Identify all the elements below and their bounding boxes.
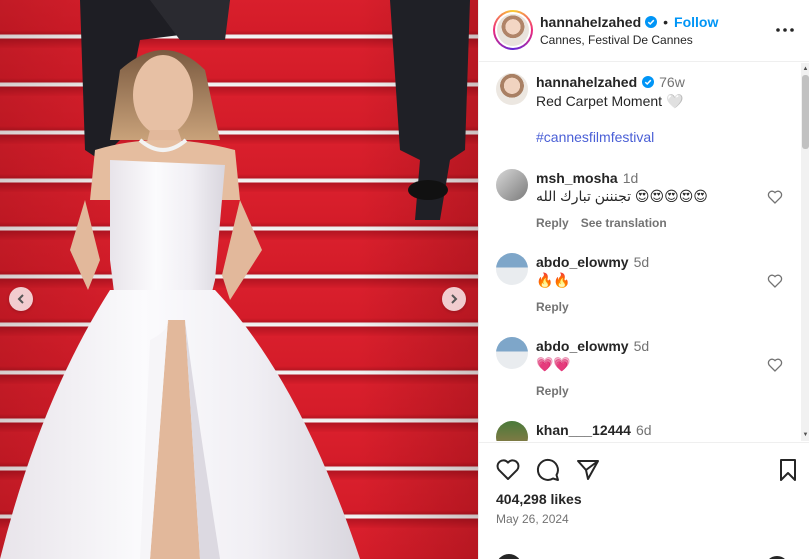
scroll-down-arrow-icon[interactable]: ▼ (802, 431, 809, 439)
comment-username[interactable]: khan___12444 (536, 422, 631, 438)
reply-button[interactable]: Reply (536, 216, 569, 230)
follow-button[interactable]: Follow (674, 14, 718, 30)
next-photo-button[interactable] (442, 287, 466, 311)
instagram-post-view: hannahelzahed • Follow Cannes, Festival … (0, 0, 809, 559)
post-header: hannahelzahed • Follow Cannes, Festival … (479, 0, 809, 62)
post-date: May 26, 2024 (496, 512, 569, 526)
scroll-up-arrow-icon[interactable]: ▲ (802, 65, 809, 73)
comment-avatar[interactable] (496, 253, 528, 285)
see-translation-button[interactable]: See translation (581, 216, 667, 230)
comment-time[interactable]: 6d (636, 422, 652, 438)
more-horizontal-icon (776, 28, 794, 32)
share-paper-plane-icon[interactable] (575, 457, 601, 483)
comment-text: 💗💗 (536, 356, 571, 372)
comment-time[interactable]: 1d (623, 170, 639, 186)
comment-time[interactable]: 5d (634, 254, 650, 270)
comments-list: hannahelzahed 76w Red Carpet Moment 🤍 #c… (479, 63, 809, 441)
post-actions: 404,298 likes May 26, 2024 (479, 442, 809, 559)
save-bookmark-icon[interactable] (775, 457, 801, 483)
woman-in-white-gown (0, 50, 360, 559)
reply-button[interactable]: Reply (536, 300, 569, 314)
caption-username[interactable]: hannahelzahed (536, 74, 637, 90)
reply-button[interactable]: Reply (536, 384, 569, 398)
comment-text: 🔥🔥 (536, 272, 571, 288)
next-avatar (496, 554, 522, 559)
scrollbar-thumb[interactable] (802, 75, 809, 149)
caption-time[interactable]: 76w (659, 74, 685, 90)
hashtag-link[interactable]: #cannesfilmfestival (536, 129, 654, 145)
more-options-button[interactable] (775, 20, 795, 40)
post-details-panel: hannahelzahed • Follow Cannes, Festival … (478, 0, 809, 559)
likes-count[interactable]: 404,298 likes (496, 491, 582, 507)
caption-avatar[interactable] (496, 73, 528, 105)
comment-avatar[interactable] (496, 337, 528, 369)
caption-text: Red Carpet Moment 🤍 (536, 93, 684, 109)
heart-icon[interactable] (767, 189, 783, 205)
verified-badge-icon (645, 16, 658, 28)
heart-icon[interactable] (767, 357, 783, 373)
separator-dot: • (663, 14, 669, 30)
post-photo[interactable] (0, 0, 478, 559)
comment-username[interactable]: msh_mosha (536, 170, 618, 186)
comments-scrollbar[interactable]: ▲ ▼ (801, 63, 809, 441)
comment-bubble-icon[interactable] (535, 457, 561, 483)
chevron-left-icon (17, 294, 24, 304)
verified-badge-icon (642, 76, 655, 88)
comment-text: تجنننن تبارك الله 😍😍😍😍😍 (536, 188, 708, 204)
author-username[interactable]: hannahelzahed (540, 14, 641, 30)
heart-icon[interactable] (767, 273, 783, 289)
comment-username[interactable]: abdo_elowmy (536, 338, 629, 354)
comment-avatar[interactable] (496, 421, 528, 441)
comment-avatar[interactable] (496, 169, 528, 201)
author-avatar[interactable] (493, 10, 533, 50)
like-heart-icon[interactable] (495, 457, 521, 483)
comment-username[interactable]: abdo_elowmy (536, 254, 629, 270)
chevron-right-icon (451, 294, 458, 304)
post-location[interactable]: Cannes, Festival De Cannes (540, 33, 693, 47)
comment-time[interactable]: 5d (634, 338, 650, 354)
previous-photo-button[interactable] (9, 287, 33, 311)
